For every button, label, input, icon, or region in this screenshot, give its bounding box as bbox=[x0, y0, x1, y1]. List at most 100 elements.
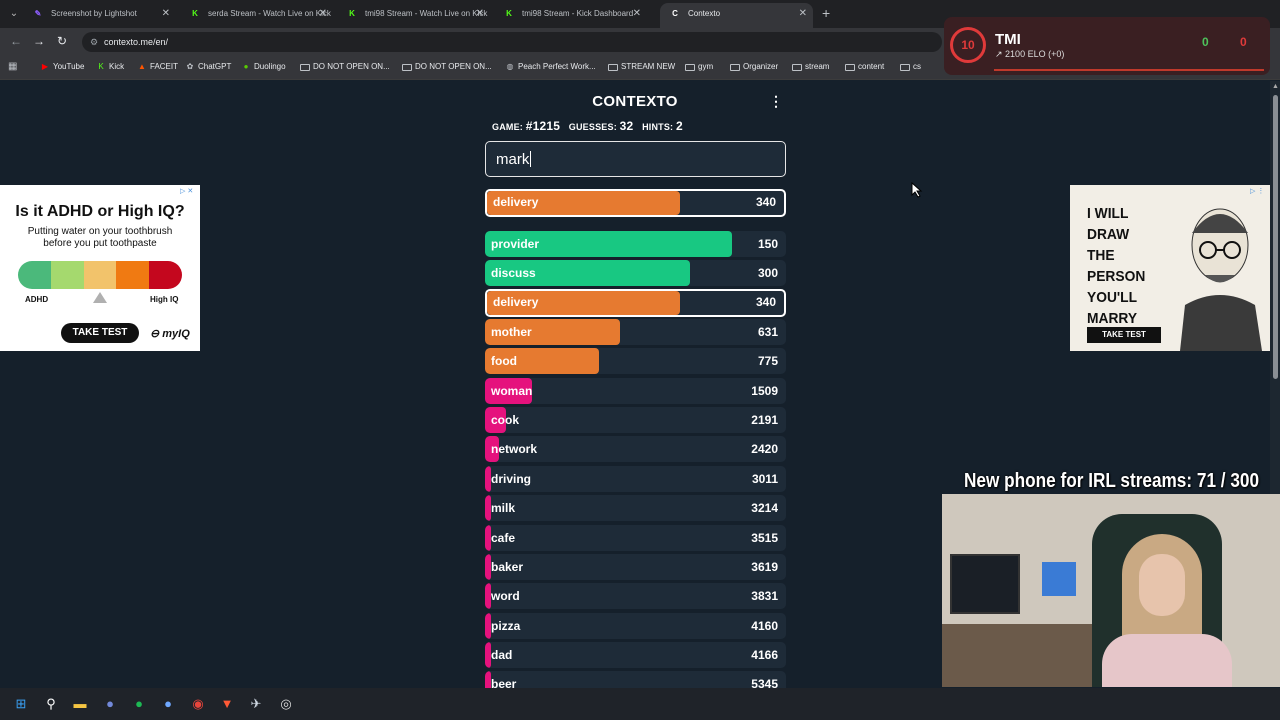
address-bar[interactable]: ⚙ contexto.me/en/ bbox=[82, 32, 942, 52]
chrome-icon[interactable]: ◉ bbox=[189, 695, 207, 713]
ad-take-test-button[interactable]: TAKE TEST bbox=[61, 323, 139, 343]
discord-icon[interactable]: ● bbox=[101, 695, 119, 713]
guess-word: delivery bbox=[493, 195, 539, 209]
bookmark-item[interactable]: stream bbox=[792, 56, 829, 78]
obs-icon[interactable]: ◎ bbox=[277, 695, 295, 713]
ad-take-test-button[interactable]: TAKE TEST bbox=[1087, 327, 1161, 343]
bookmark-item[interactable]: K Kick bbox=[96, 56, 124, 78]
bookmark-label: YouTube bbox=[53, 62, 85, 71]
guess-distance: 1509 bbox=[751, 383, 778, 398]
guess-distance: 2191 bbox=[751, 413, 778, 428]
bookmark-item[interactable]: DO NOT OPEN ON... bbox=[402, 56, 492, 78]
faceit-icon: ▲ bbox=[138, 62, 146, 71]
bookmark-item[interactable]: DO NOT OPEN ON... bbox=[300, 56, 390, 78]
ad-brand: ⊖ myIQ bbox=[150, 328, 190, 340]
search-icon[interactable]: ⚲ bbox=[42, 695, 60, 713]
site-info-icon[interactable]: ⚙ bbox=[90, 32, 98, 52]
forward-icon[interactable]: → bbox=[33, 34, 45, 48]
browser-tab[interactable]: Ktmi98 Stream - Kick Dashboard ✕ bbox=[494, 3, 647, 28]
tab-close-icon[interactable]: ✕ bbox=[799, 3, 807, 25]
tab-search-icon[interactable]: ⌄ bbox=[6, 6, 22, 22]
bookmark-item[interactable]: ▲ FACEIT bbox=[137, 56, 178, 78]
browser-tab[interactable]: Kserda Stream - Watch Live on Kick ✕ bbox=[180, 3, 333, 28]
guesses-label: GUESSES: bbox=[568, 122, 617, 132]
guess-row: word 3831 bbox=[485, 583, 786, 610]
guess-distance: 3831 bbox=[751, 589, 778, 604]
bookmark-item[interactable]: ● Duolingo bbox=[241, 56, 286, 78]
guess-word: delivery bbox=[493, 294, 539, 309]
hints-label: HINTS: bbox=[642, 122, 674, 132]
browser-tab[interactable]: ✎ Screenshot by Lightshot ✕ bbox=[23, 3, 176, 28]
app-icon[interactable]: ● bbox=[159, 695, 177, 713]
tab-close-icon[interactable]: ✕ bbox=[633, 3, 641, 25]
browser-tab[interactable]: C Contexto ✕ bbox=[660, 3, 813, 28]
adchoices-icon[interactable]: ▷ ⋮ bbox=[1250, 187, 1264, 195]
guess-distance: 3515 bbox=[751, 530, 778, 545]
guess-row: milk 3214 bbox=[485, 495, 786, 522]
bookmark-item[interactable]: content bbox=[845, 56, 884, 78]
guess-distance: 631 bbox=[757, 325, 778, 340]
tab-close-icon[interactable]: ✕ bbox=[319, 3, 327, 25]
tab-close-icon[interactable]: ✕ bbox=[476, 3, 484, 25]
game-label: GAME: bbox=[492, 122, 523, 132]
bookmark-label: Peach Perfect Work... bbox=[518, 62, 596, 71]
guess-word: cook bbox=[491, 413, 520, 428]
scroll-up-icon[interactable]: ▲ bbox=[1272, 83, 1279, 90]
url-text: contexto.me/en/ bbox=[104, 37, 169, 47]
guess-row: provider 150 bbox=[485, 231, 786, 257]
spotify-icon[interactable]: ● bbox=[130, 695, 148, 713]
guess-distance: 3011 bbox=[751, 471, 778, 486]
reload-icon[interactable]: ↻ bbox=[57, 34, 67, 48]
tab-close-icon[interactable]: ✕ bbox=[162, 3, 170, 25]
bookmark-item[interactable]: gym bbox=[685, 56, 713, 78]
guess-row: network 2420 bbox=[485, 436, 786, 463]
bookmark-item[interactable]: STREAM NEW bbox=[608, 56, 675, 78]
ad-subtext: Putting water on your toothbrush before … bbox=[27, 226, 173, 249]
game-info: GAME: #1215 GUESSES: 32 HINTS: 2 bbox=[492, 119, 689, 133]
steam-icon[interactable]: ✈ bbox=[247, 695, 265, 713]
tab-title: serda Stream - Watch Live on Kick bbox=[208, 9, 331, 18]
guess-distance: 4160 bbox=[751, 618, 778, 633]
bookmark-label: DO NOT OPEN ON... bbox=[313, 62, 390, 71]
guess-word: pizza bbox=[491, 618, 521, 633]
tab-favicon-icon: ✎ bbox=[34, 9, 42, 18]
tab-title: tmi98 Stream - Watch Live on Kick bbox=[365, 9, 488, 18]
scrollbar-thumb[interactable] bbox=[1273, 95, 1278, 379]
more-menu-icon[interactable]: ⋮ bbox=[769, 93, 783, 110]
guess-row: baker 3619 bbox=[485, 553, 786, 580]
guess-distance: 3619 bbox=[751, 559, 778, 574]
browser-tab[interactable]: Ktmi98 Stream - Watch Live on Kick ✕ bbox=[337, 3, 490, 28]
guess-word: network bbox=[491, 442, 538, 457]
bookmark-item[interactable]: ✿ ChatGPT bbox=[185, 56, 232, 78]
hints-count: 2 bbox=[675, 119, 683, 133]
tab-title: Contexto bbox=[688, 9, 721, 18]
ad-draw-person[interactable]: ▷ ⋮ I WILL DRAW THE PERSON YOU'LL MARRY … bbox=[1070, 185, 1270, 351]
bookmark-label: stream bbox=[805, 62, 830, 71]
guess-word: food bbox=[491, 354, 517, 369]
guess-row: delivery 340 bbox=[485, 288, 786, 317]
mouse-cursor-icon bbox=[911, 182, 923, 198]
brave-icon[interactable]: ▼ bbox=[218, 695, 236, 713]
bookmark-item[interactable]: ◍ Peach Perfect Work... bbox=[505, 56, 596, 78]
new-tab-button[interactable]: + bbox=[822, 5, 830, 21]
back-icon[interactable]: ← bbox=[10, 34, 22, 48]
overlay-elo: ↗ 2100 ELO (+0) bbox=[995, 49, 1065, 59]
bookmark-item[interactable]: Organizer bbox=[730, 56, 778, 78]
game-number: #1215 bbox=[525, 119, 561, 133]
bookmark-item[interactable]: cs bbox=[900, 56, 921, 78]
guess-distance: 340 bbox=[755, 195, 776, 209]
folder-icon bbox=[845, 64, 855, 71]
adchoices-icon[interactable]: ▷ ✕ bbox=[180, 187, 193, 195]
folder-icon bbox=[300, 64, 310, 71]
windows-start-icon[interactable]: ⊞ bbox=[12, 695, 30, 713]
bookmark-label: Organizer bbox=[743, 62, 779, 71]
triangle-marker-icon bbox=[93, 292, 107, 303]
apps-grid-icon[interactable]: ▦ bbox=[8, 61, 17, 72]
ad-left-label: ADHD bbox=[25, 295, 49, 304]
guess-distance: 340 bbox=[755, 294, 776, 309]
page-title: CONTEXTO bbox=[592, 93, 678, 110]
ad-adhd-iq[interactable]: ▷ ✕ Is it ADHD or High IQ? Putting water… bbox=[0, 185, 200, 351]
file-explorer-icon[interactable]: ▬ bbox=[71, 695, 89, 713]
guess-row: food 775 bbox=[485, 348, 786, 375]
bookmark-item[interactable]: ▶ YouTube bbox=[40, 56, 85, 78]
